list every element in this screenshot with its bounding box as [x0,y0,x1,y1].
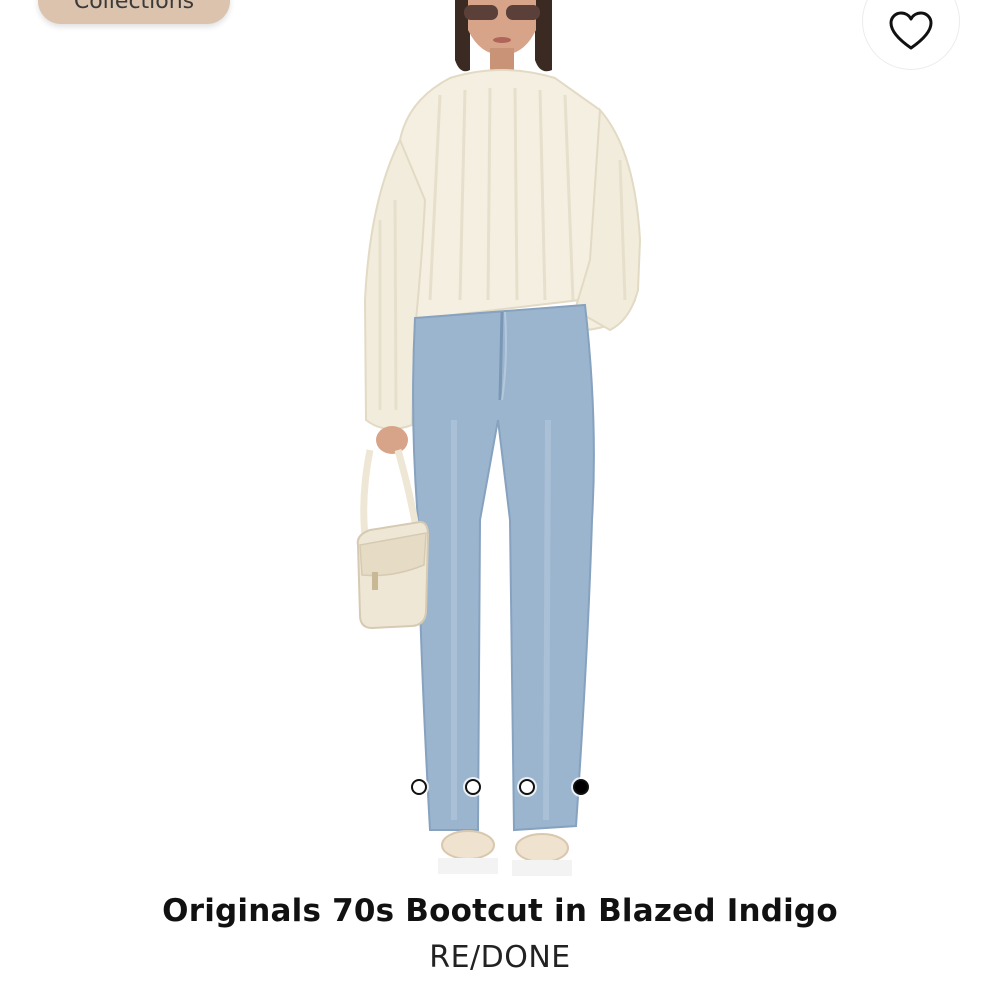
carousel-dot-4[interactable] [573,779,589,795]
product-detail-page: Collections Originals 70s Bootcut in Bla… [0,0,1000,1000]
heart-icon [889,11,933,55]
carousel-dots [0,776,1000,798]
wishlist-button[interactable] [862,0,960,70]
collections-label: Collections [73,0,195,14]
carousel-dot-3[interactable] [519,779,535,795]
product-brand[interactable]: RE/DONE [0,940,1000,975]
carousel-dot-1[interactable] [411,779,427,795]
product-image[interactable] [330,0,670,880]
carousel-dot-2[interactable] [465,779,481,795]
product-title: Originals 70s Bootcut in Blazed Indigo [162,893,838,929]
model-photo [356,0,642,876]
collections-button[interactable]: Collections [38,0,230,24]
